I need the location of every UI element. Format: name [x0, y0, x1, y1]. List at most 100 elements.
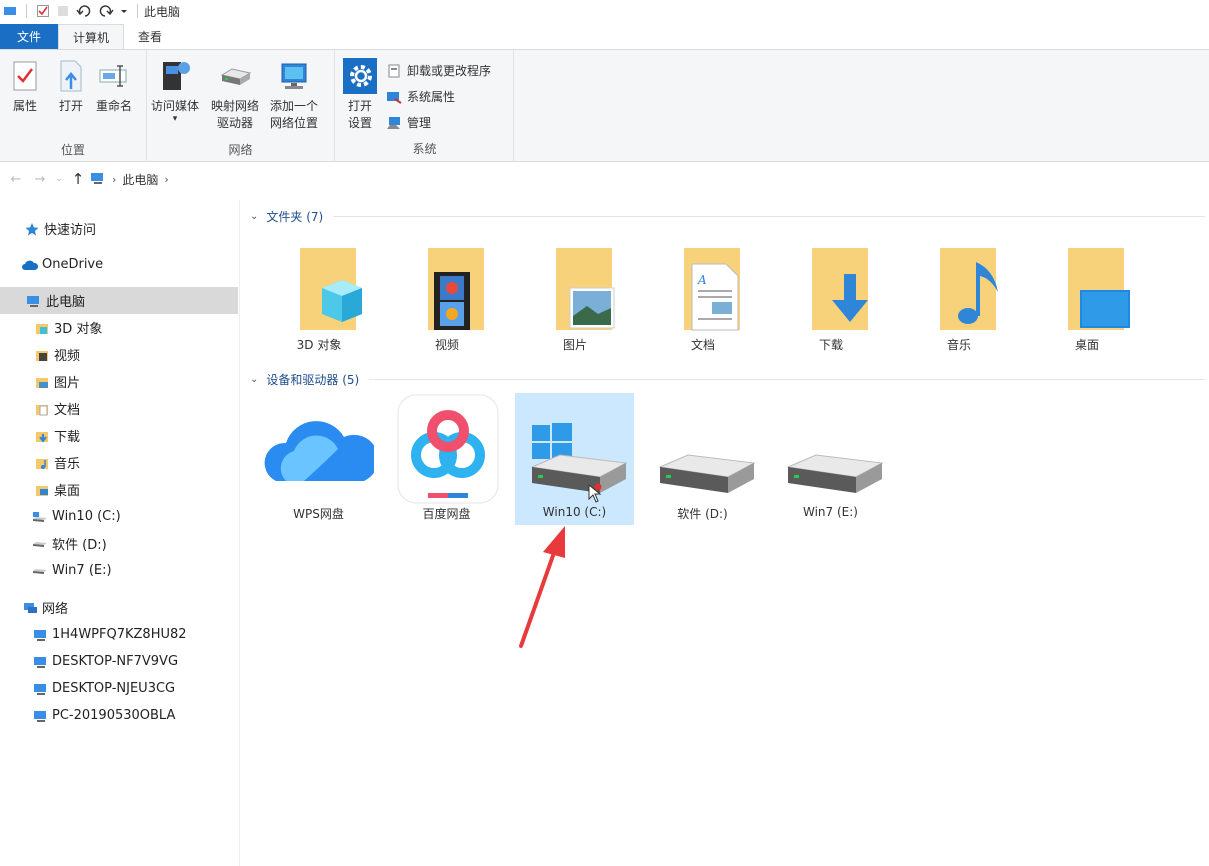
sidebar-item-network-pc[interactable]: DESKTOP-NF7V9VG — [0, 648, 238, 675]
folder-tile-desktop[interactable]: 桌面 — [1027, 240, 1147, 370]
sidebar-item-label: 1H4WPFQ7KZ8HU82 — [52, 627, 187, 642]
device-tile-baidu-netdisk[interactable]: 百度网盘 — [387, 393, 506, 525]
sidebar-item-label: 下载 — [54, 430, 81, 445]
tab-file[interactable]: 文件 — [0, 24, 58, 49]
system-properties-button[interactable]: 系统属性 — [386, 88, 455, 105]
downloads-icon — [34, 428, 50, 444]
folder-tile-music[interactable]: 音乐 — [899, 240, 1019, 370]
ribbon-group-network: 访问媒体 ▾ 映射网络 驱动器 添加一个 网络位置 网络 — [147, 50, 335, 162]
system-properties-label: 系统属性 — [407, 90, 456, 104]
uninstall-programs-button[interactable]: 卸载或更改程序 — [386, 62, 491, 79]
sidebar-item-label: 3D 对象 — [54, 322, 103, 337]
media-icon — [158, 56, 192, 96]
sidebar-item-pictures[interactable]: 图片 — [0, 368, 238, 395]
breadcrumb-this-pc[interactable]: 此电脑 — [122, 171, 158, 188]
folder-tile-3d-objects[interactable]: 3D 对象 — [259, 240, 379, 370]
sidebar-item-network-pc[interactable]: DESKTOP-NJEU3CG — [0, 675, 238, 702]
sidebar-item-network-pc[interactable]: PC-20190530OBLA — [0, 702, 238, 729]
undo-icon[interactable] — [73, 0, 95, 22]
recent-locations-dropdown[interactable]: ⌄ — [52, 167, 66, 191]
customize-dropdown-icon[interactable] — [117, 0, 131, 22]
device-tile-drive-d[interactable]: 软件 (D:) — [643, 393, 762, 525]
pictures-folder-icon — [556, 248, 615, 330]
sidebar-item-label: 桌面 — [54, 484, 81, 499]
sidebar-item-music[interactable]: 音乐 — [0, 449, 238, 476]
desktop-icon — [34, 482, 50, 498]
devices-section-header[interactable]: ⌄ 设备和驱动器 (5) — [250, 371, 1205, 388]
folders-section-title: 文件夹 (7) — [266, 210, 324, 224]
new-folder-quick-icon[interactable] — [53, 0, 73, 22]
folder-tile-downloads[interactable]: 下载 — [771, 240, 891, 370]
open-settings-button[interactable]: 打开 设置 — [343, 56, 377, 132]
sidebar-item-label: 文档 — [54, 403, 81, 418]
breadcrumb[interactable]: › 此电脑 › — [90, 171, 175, 188]
folder-tile-documents[interactable]: A 文档 — [643, 240, 763, 370]
video-icon — [34, 347, 50, 363]
device-label: Win10 (C:) — [542, 505, 607, 519]
divider — [369, 379, 1205, 380]
folder-label: 桌面 — [1074, 338, 1099, 352]
folder-tile-videos[interactable]: 视频 — [387, 240, 507, 370]
device-tile-drive-e[interactable]: Win7 (E:) — [771, 393, 890, 525]
up-button[interactable]: ↑ — [66, 167, 90, 191]
sidebar-item-quick-access[interactable]: 快速访问 — [0, 215, 238, 242]
map-network-drive-button[interactable]: 映射网络 驱动器 — [211, 56, 259, 132]
redo-icon[interactable] — [95, 0, 117, 22]
add-network-location-button[interactable]: 添加一个 网络位置 — [270, 56, 318, 132]
app-icon[interactable] — [0, 0, 20, 22]
device-tile-wps-cloud[interactable]: WPS网盘 — [259, 393, 378, 525]
tab-computer[interactable]: 计算机 — [58, 24, 125, 49]
sidebar-item-onedrive[interactable]: OneDrive — [0, 251, 238, 278]
sidebar-item-label: DESKTOP-NJEU3CG — [52, 681, 176, 696]
sidebar-item-network[interactable]: 网络 — [0, 594, 238, 621]
drive-icon — [32, 536, 48, 552]
sidebar-item-drive-c[interactable]: Win10 (C:) — [0, 503, 238, 530]
access-media-button[interactable]: 访问媒体 ▾ — [151, 56, 199, 124]
devices-section-title: 设备和驱动器 (5) — [266, 373, 360, 387]
pc-icon — [32, 708, 48, 724]
sidebar-item-drive-e[interactable]: Win7 (E:) — [0, 557, 238, 584]
sidebar-item-videos[interactable]: 视频 — [0, 341, 238, 368]
sidebar-item-network-pc[interactable]: 1H4WPFQ7KZ8HU82 — [0, 621, 238, 648]
cloud-icon — [22, 257, 38, 273]
properties-icon — [8, 56, 42, 96]
folders-section-header[interactable]: ⌄ 文件夹 (7) — [250, 208, 1205, 225]
rename-button[interactable]: 重命名 — [96, 56, 132, 115]
open-button[interactable]: 打开 — [54, 56, 88, 115]
manage-button[interactable]: 管理 — [386, 114, 431, 131]
folder-tile-pictures[interactable]: 图片 — [515, 240, 635, 370]
sidebar-item-documents[interactable]: 文档 — [0, 395, 238, 422]
sidebar-item-label: 快速访问 — [44, 223, 97, 238]
manage-icon — [386, 115, 402, 131]
network-icon — [22, 600, 38, 616]
folder-label: 视频 — [434, 338, 459, 352]
divider — [137, 4, 138, 18]
properties-button[interactable]: 属性 — [8, 56, 42, 115]
forward-button[interactable]: → — [28, 167, 52, 191]
back-button[interactable]: ← — [4, 167, 28, 191]
settings-gear-icon — [343, 56, 377, 96]
pc-icon — [32, 681, 48, 697]
sidebar-item-label: Win10 (C:) — [52, 509, 121, 524]
sidebar-item-drive-d[interactable]: 软件 (D:) — [0, 530, 238, 557]
sidebar-item-downloads[interactable]: 下载 — [0, 422, 238, 449]
3d-objects-icon — [34, 320, 50, 336]
device-tile-drive-c[interactable]: Win10 (C:) — [515, 393, 634, 525]
sidebar-item-3d-objects[interactable]: 3D 对象 — [0, 314, 238, 341]
title-bar: 此电脑 — [0, 0, 1209, 22]
uninstall-icon — [386, 63, 402, 79]
mouse-cursor-icon — [588, 484, 602, 503]
ribbon-tabs: 文件 计算机 查看 — [0, 24, 1209, 49]
properties-quick-icon[interactable] — [33, 0, 53, 22]
map-drive-label-2: 驱动器 — [217, 116, 254, 130]
hard-drive-icon — [657, 454, 756, 493]
sidebar-item-desktop[interactable]: 桌面 — [0, 476, 238, 503]
rename-label: 重命名 — [96, 99, 133, 113]
music-icon — [34, 455, 50, 471]
tab-view[interactable]: 查看 — [124, 24, 176, 49]
content-pane: ⌄ 文件夹 (7) 3D 对象 视频 图片 A 文档 下载 音乐 桌面 ⌄ 设备… — [242, 200, 1209, 866]
sidebar-item-label: 音乐 — [54, 457, 81, 472]
folder-label: 音乐 — [946, 338, 971, 352]
folder-label: 下载 — [818, 338, 843, 352]
sidebar-item-this-pc[interactable]: 此电脑 — [0, 287, 238, 314]
